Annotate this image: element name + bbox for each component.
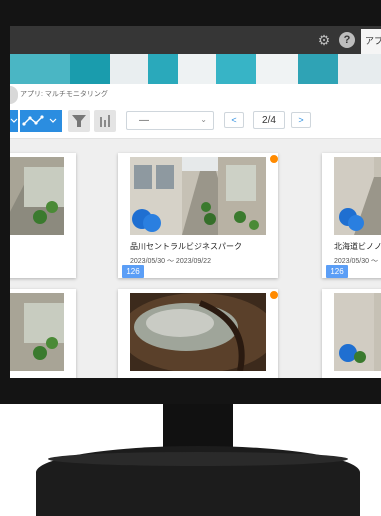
filter-icon xyxy=(72,115,86,127)
next-page-button[interactable]: > xyxy=(291,112,311,128)
view-select-value: — xyxy=(139,115,149,126)
page-indicator: 2/4 xyxy=(253,111,285,129)
breadcrumb-chevron-icon[interactable] xyxy=(10,86,18,104)
view-select[interactable]: — ⌄ xyxy=(126,111,214,130)
line-chart-icon xyxy=(22,115,57,126)
view-toggle-button[interactable] xyxy=(10,110,18,132)
camera-thumbnail[interactable] xyxy=(10,157,64,235)
top-bar: ⚙ ? アプリ xyxy=(10,26,381,54)
screen: ⚙ ? アプリ アプリ: マルチモニタリング xyxy=(10,26,381,378)
camera-name: 品川セントラルビジネスパーク xyxy=(130,242,242,251)
camera-card[interactable] xyxy=(10,153,76,278)
camera-card[interactable]: 品川セントラルビジネスパーク 2023/05/30 ～ 2023/09/22 1… xyxy=(118,153,278,278)
chevron-down-icon xyxy=(10,118,18,123)
toolbar: — ⌄ < 2/4 > xyxy=(10,106,381,139)
monitor-stand-base-lip xyxy=(48,452,348,466)
prev-page-button[interactable]: < xyxy=(224,112,244,128)
monitor-bottom-bezel xyxy=(0,378,381,404)
camera-card[interactable] xyxy=(118,289,278,378)
breadcrumb: アプリ: マルチモニタリング xyxy=(10,84,381,106)
camera-thumbnail[interactable] xyxy=(334,293,381,371)
status-dot xyxy=(269,154,278,164)
count-badge: 126 xyxy=(122,265,144,278)
camera-thumbnail[interactable] xyxy=(10,293,64,371)
header-banner xyxy=(10,54,381,84)
camera-thumbnail[interactable] xyxy=(130,293,266,371)
tab-app[interactable]: アプリ xyxy=(361,29,381,54)
camera-thumbnail[interactable] xyxy=(334,157,381,235)
bar-chart-button[interactable] xyxy=(94,110,116,132)
status-dot xyxy=(269,290,278,300)
camera-thumbnail[interactable] xyxy=(130,157,266,235)
camera-card[interactable] xyxy=(10,289,76,378)
chevron-down-icon: ⌄ xyxy=(200,115,207,124)
camera-card[interactable]: 北海道ビノノ 2023/05/30 ～ 126 xyxy=(322,153,381,278)
camera-card[interactable] xyxy=(322,289,381,378)
chart-type-button[interactable] xyxy=(20,110,62,132)
camera-name: 北海道ビノノ xyxy=(334,242,381,251)
help-icon[interactable]: ? xyxy=(339,32,355,48)
breadcrumb-text: アプリ: マルチモニタリング xyxy=(20,91,108,98)
gear-icon[interactable]: ⚙ xyxy=(316,32,332,48)
filter-button[interactable] xyxy=(68,110,90,132)
bar-chart-icon xyxy=(100,115,110,127)
count-badge: 126 xyxy=(326,265,348,278)
